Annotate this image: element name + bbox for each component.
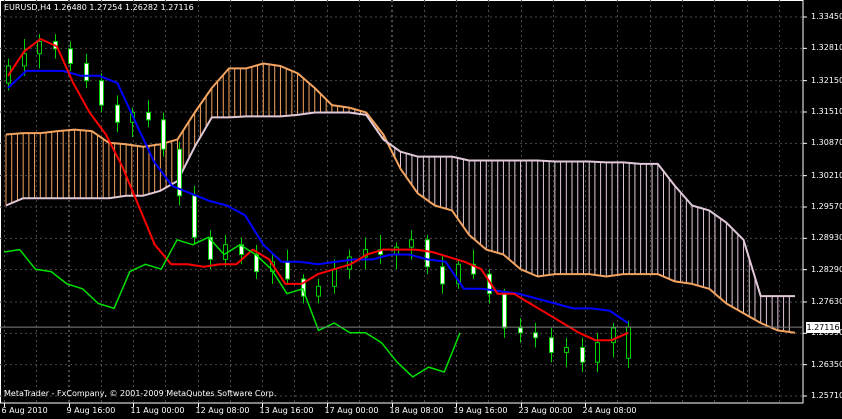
chikou-span-line xyxy=(3,236,461,378)
time-tick-label: 17 Aug 00:00 xyxy=(324,406,379,415)
symbol-label: EURUSD,H4 xyxy=(4,3,52,12)
candle-body xyxy=(115,104,120,123)
candle-body xyxy=(580,347,585,363)
time-tick-label: 11 Aug 00:00 xyxy=(130,406,185,415)
chart-window[interactable]: EURUSD,H4 1.26480 1.27254 1.26282 1.2711… xyxy=(0,0,842,419)
candle-body xyxy=(332,268,337,287)
current-price-label: 1.27116 xyxy=(806,322,840,334)
time-tick-label: 9 Aug 16:00 xyxy=(66,406,116,415)
candle-body xyxy=(84,63,89,82)
candle-body xyxy=(285,261,290,280)
candle-body xyxy=(22,53,27,67)
candle-body xyxy=(37,40,42,55)
copyright-text: MetaTrader - FxCompany, © 2001-2009 Meta… xyxy=(4,389,277,398)
candle-body xyxy=(518,327,523,334)
price-tick-label: 1.33450 xyxy=(811,12,842,21)
time-tick-label: 18 Aug 08:00 xyxy=(389,406,444,415)
candle-body xyxy=(146,111,151,121)
price-tick-label: 1.30870 xyxy=(811,138,842,148)
senkou-span-b-line xyxy=(5,111,795,298)
candle-body xyxy=(409,239,414,248)
price-tick-label: 1.28290 xyxy=(811,264,842,274)
price-tick-label: 1.25710 xyxy=(811,391,842,400)
symbol-header: EURUSD,H4 1.26480 1.27254 1.26282 1.2711… xyxy=(4,3,194,13)
candle-body xyxy=(564,347,569,353)
candle-body xyxy=(68,48,73,65)
candle-body xyxy=(533,332,538,339)
time-tick-label: 24 Aug 08:00 xyxy=(582,406,637,415)
candle-body xyxy=(502,293,507,329)
price-tick-label: 1.31510 xyxy=(811,106,842,116)
price-tick-label: 1.27630 xyxy=(811,296,842,306)
candle-body xyxy=(549,337,554,353)
candle-body xyxy=(99,80,104,106)
price-tick-label: 1.30210 xyxy=(811,170,842,180)
time-tick-label: 19 Aug 16:00 xyxy=(453,406,508,415)
time-tick-label: 13 Aug 16:00 xyxy=(259,406,314,415)
candle-body xyxy=(316,285,321,297)
candle-body xyxy=(440,266,445,285)
candle-body xyxy=(161,119,166,150)
price-tick-label: 1.28930 xyxy=(811,233,842,243)
candle-body xyxy=(425,239,430,268)
candle-body xyxy=(394,246,399,255)
price-chart[interactable] xyxy=(0,0,842,419)
price-tick-label: 1.29570 xyxy=(811,201,842,211)
candle-body xyxy=(192,195,197,238)
time-tick-label: 23 Aug 00:00 xyxy=(518,406,573,415)
candle-body xyxy=(626,326,631,359)
ohlc-values: 1.26480 1.27254 1.26282 1.27116 xyxy=(53,3,194,12)
time-tick-label: 12 Aug 08:00 xyxy=(195,406,250,415)
price-tick-label: 1.32150 xyxy=(811,75,842,85)
candle-body xyxy=(595,342,600,363)
price-tick-label: 1.32810 xyxy=(811,43,842,53)
senkou-span-a-line xyxy=(5,62,796,334)
price-tick-label: 1.26350 xyxy=(811,359,842,369)
time-tick-label: 6 Aug 2010 xyxy=(1,406,48,415)
